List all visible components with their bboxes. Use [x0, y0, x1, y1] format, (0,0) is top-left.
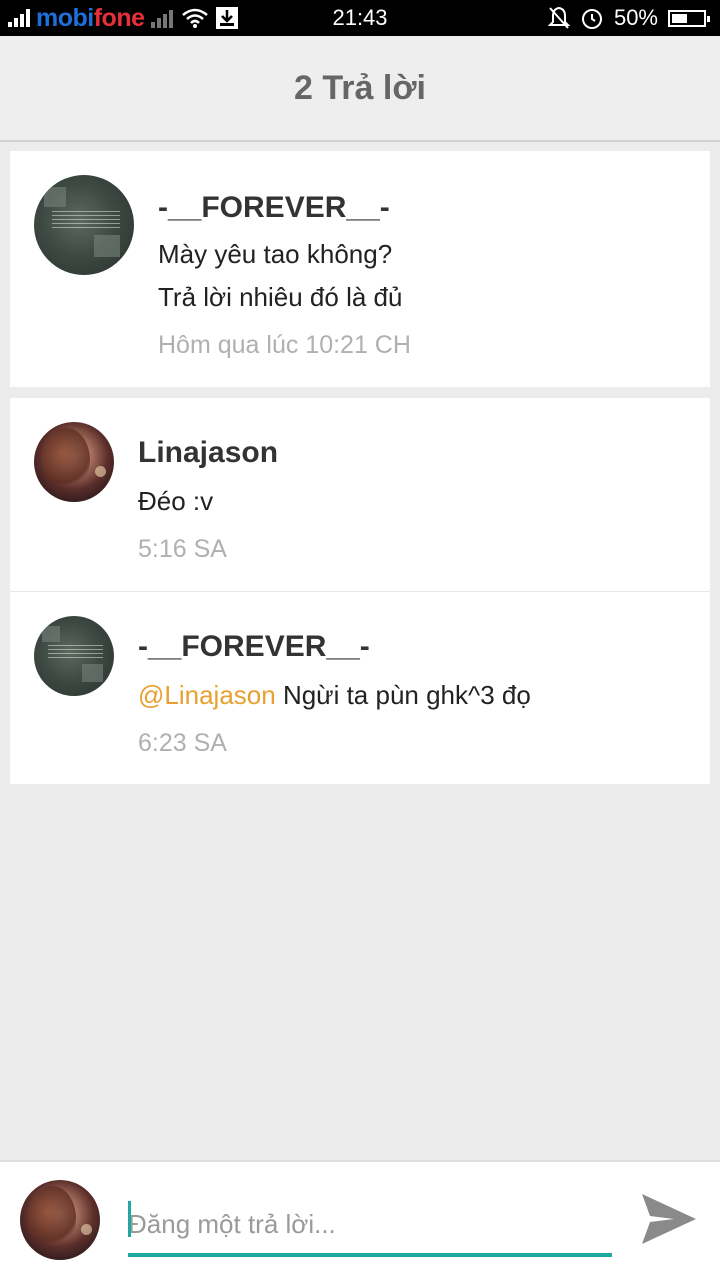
reply-text: @Linajason Ngừi ta pùn ghk^3 đọ	[138, 680, 531, 710]
page-title: 2 Trả lời	[294, 68, 426, 107]
reply-input[interactable]	[128, 1195, 612, 1257]
alarm-icon	[581, 9, 602, 29]
reply-timestamp: 6:23 SA	[138, 729, 227, 757]
replies-list: Linajason Đéo :v 5:16 SA -__FOREVER__- @…	[10, 398, 710, 784]
avatar[interactable]	[34, 616, 114, 696]
post-timestamp: Hôm qua lúc 10:21 CH	[158, 331, 411, 359]
text-caret	[128, 1201, 131, 1237]
mention-link[interactable]: @Linajason	[138, 680, 276, 710]
divider	[10, 591, 710, 592]
reply-author[interactable]: Linajason	[138, 436, 278, 470]
avatar	[20, 1180, 100, 1260]
avatar[interactable]	[34, 422, 114, 502]
original-post-card: -__FOREVER__- Mày yêu tao không? Trả lời…	[10, 151, 710, 387]
status-bar: mobifone 21:43 50%	[0, 0, 720, 36]
app-bar: 2 Trả lời	[0, 36, 720, 142]
avatar[interactable]	[34, 175, 134, 275]
mute-bell-icon	[547, 6, 570, 29]
reply-text: Đéo :v	[138, 486, 214, 516]
battery-icon	[668, 9, 710, 27]
reply-author[interactable]: -__FOREVER__-	[138, 630, 370, 664]
post-line-1: Mày yêu tao không?	[158, 239, 393, 269]
battery-percent: 50%	[613, 5, 658, 30]
post-author[interactable]: -__FOREVER__-	[158, 191, 390, 225]
post-line-2: Trả lời nhiêu đó là đủ	[158, 282, 403, 312]
send-icon[interactable]	[638, 1190, 700, 1248]
reply-timestamp: 5:16 SA	[138, 535, 227, 563]
